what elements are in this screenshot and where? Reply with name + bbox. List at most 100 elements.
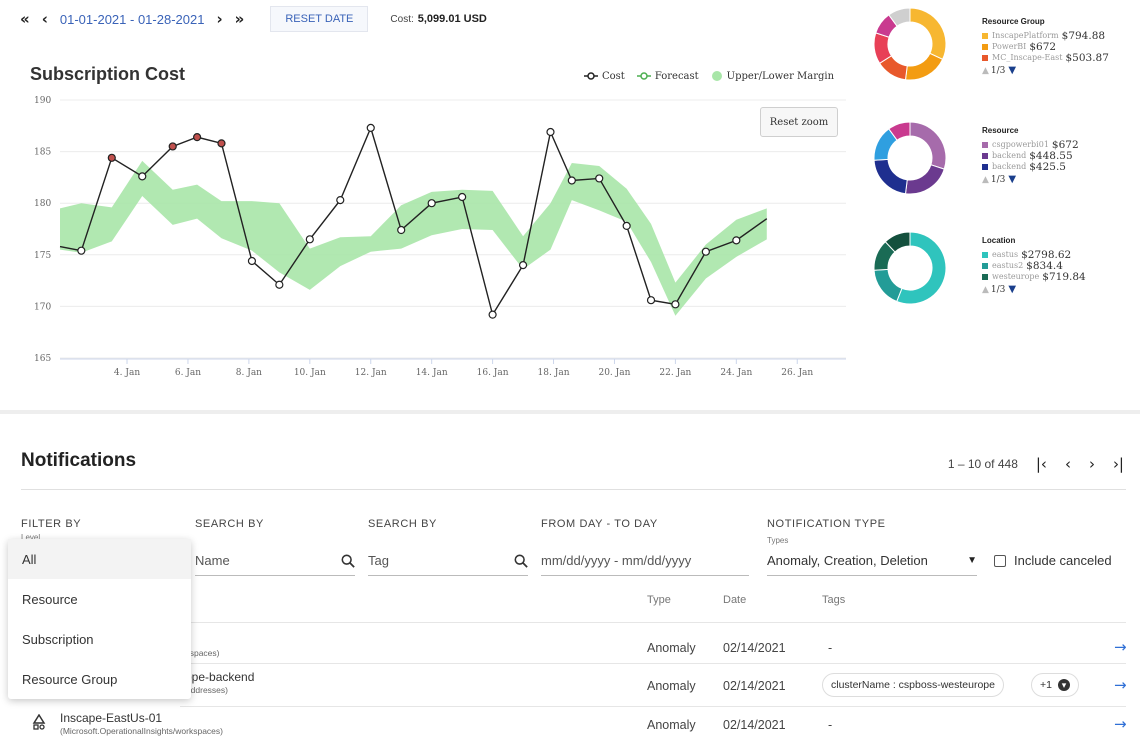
reset-zoom-button[interactable]: Reset zoom [760,107,838,137]
legend-swatch [982,163,988,170]
cost-data-point [275,280,284,289]
resource-donut[interactable] [872,120,948,196]
donut-segment[interactable] [909,7,947,60]
chart-legend: Cost Forecast Upper/Lower Margin [584,70,846,82]
x-tick-label: 10. Jan [294,368,326,378]
pager-range: 1 – 10 of 448 [947,457,1018,471]
donut-legend-item[interactable]: InscapePlatform $794.88 [982,29,1109,42]
date-range-input[interactable]: mm/dd/yyyy - mm/dd/yyyy [541,546,749,576]
last-page-button[interactable]: ›| [1113,455,1124,473]
legend-pager: ▲ 1/3 ▼ [982,174,1079,185]
tag-search-input[interactable]: Tag [368,546,528,576]
donut-legend-item[interactable]: eastus2 $834.4 [982,260,1086,272]
next-page-button[interactable]: › [1089,455,1095,473]
search-by-name-label: SEARCH BY [195,518,264,530]
date-navigation: « ‹ 01-01-2021 - 01-28-2021 › » RESET DA… [20,6,487,32]
dropdown-option-resource-group[interactable]: Resource Group [8,659,191,699]
column-header-type[interactable]: Type [647,594,671,606]
margin-legend-icon [711,71,722,81]
legend-next-icon[interactable]: ▼ [1008,174,1016,185]
donut-title: Resource [982,126,1019,135]
row-divider [180,622,1126,623]
legend-item-name: csgpowerbi01 [992,140,1049,149]
y-tick-label: 165 [34,354,51,364]
chevron-down-icon: ▾ [1057,679,1070,691]
tag-chip[interactable]: clusterName : cspboss-westeurope [822,673,1004,697]
donut-segment[interactable] [873,158,908,195]
include-canceled-checkbox[interactable] [994,555,1006,567]
legend-item-cost[interactable]: Cost [584,71,625,82]
donut-legend-item[interactable]: MC_Inscape-East $503.87 [982,52,1109,64]
column-header-date[interactable]: Date [723,594,746,606]
date-range-picker[interactable]: 01-01-2021 - 01-28-2021 [60,12,205,27]
y-tick-label: 185 [34,148,51,158]
search-icon[interactable] [514,554,528,568]
donut-legend-item[interactable]: backend $448.55 [982,150,1079,162]
prev-page-button[interactable]: ‹ [1065,455,1071,473]
y-tick-label: 180 [34,199,51,209]
cost-data-point [366,123,375,132]
resource-group-donut[interactable] [872,6,948,82]
x-tick-label: 12. Jan [355,368,387,378]
date-range-placeholder: mm/dd/yyyy - mm/dd/yyyy [541,553,692,568]
legend-item-value: $719.84 [1042,270,1086,283]
cost-label: Cost: [390,13,414,25]
resource-group-legend: Resource Group InscapePlatform $794.88 Po… [982,17,1109,76]
resource-name: ope-backend [185,670,255,684]
legend-prev-icon[interactable]: ▲ [982,285,989,295]
legend-next-icon[interactable]: ▼ [1008,65,1016,76]
search-icon[interactable] [341,554,355,568]
dropdown-option-resource[interactable]: Resource [8,579,191,619]
donut-segment[interactable] [873,268,903,303]
legend-prev-icon[interactable]: ▲ [982,175,989,185]
section-divider [0,410,1140,414]
donut-legend-item[interactable]: backend $425.5 [982,161,1079,173]
cost-data-point [646,296,656,305]
legend-item-value: $794.88 [1061,29,1106,42]
legend-prev-icon[interactable]: ▲ [982,66,989,76]
donut-segment[interactable] [909,121,947,170]
legend-next-icon[interactable]: ▼ [1008,284,1016,295]
arrow-right-icon[interactable]: → [1114,638,1127,656]
legend-item-name: InscapePlatform [992,31,1059,40]
header-divider [21,489,1126,490]
donut-legend-item[interactable]: PowerBI $672 [982,41,1109,53]
prev-period-button[interactable]: ‹ [42,10,48,28]
row-divider [180,663,1126,664]
column-header-tags: Tags [822,594,846,606]
reset-date-button[interactable]: RESET DATE [270,6,369,32]
dropdown-option-subscription[interactable]: Subscription [8,619,191,659]
subscription-cost-chart[interactable]: 190 185 180 175 170 165 4. Jan 6. Jan 8. Jan 10. … [0,90,860,380]
row-type: Anomaly [647,641,696,655]
notification-type-select[interactable]: Anomaly, Creation, Deletion ▼ [767,546,977,576]
more-tags-chip[interactable]: +1 ▾ [1031,673,1079,697]
arrow-right-icon[interactable]: → [1114,676,1127,694]
cost-data-point [732,236,741,245]
legend-item-forecast[interactable]: Forecast [636,71,699,82]
notifications-pager: 1 – 10 of 448 |‹ ‹ › ›| [948,455,1124,473]
name-search-input[interactable]: Name [195,546,355,576]
donut-legend-item[interactable]: westeurope $719.84 [982,270,1086,283]
x-tick-label: 4. Jan [114,368,140,378]
location-donut[interactable] [872,230,948,306]
x-tick-label: 16. Jan [477,368,509,378]
cost-data-point [138,172,147,181]
donut-segment[interactable] [904,164,945,195]
legend-item-margin[interactable]: Upper/Lower Margin [711,70,834,82]
first-page-button[interactable]: |‹ [1036,455,1047,473]
dropdown-option-all[interactable]: All [8,539,191,579]
legend-swatch [982,43,988,50]
cost-data-point [107,153,116,162]
legend-item-name: eastus2 [992,261,1024,270]
last-period-button[interactable]: » [235,10,245,28]
arrow-right-icon[interactable]: → [1114,715,1127,733]
donut-segment[interactable] [904,52,944,81]
location-legend: Location eastus $2798.62 eastus2 $834.4 we… [982,236,1086,295]
next-period-button[interactable]: › [216,10,222,28]
first-period-button[interactable]: « [20,10,30,28]
legend-item-name: PowerBI [992,42,1027,51]
donut-legend-item[interactable]: eastus $2798.62 [982,249,1086,261]
notification-type-sublabel: Types [767,536,789,545]
x-tick-label: 24. Jan [720,368,752,378]
donut-legend-item[interactable]: csgpowerbi01 $672 [982,139,1079,151]
